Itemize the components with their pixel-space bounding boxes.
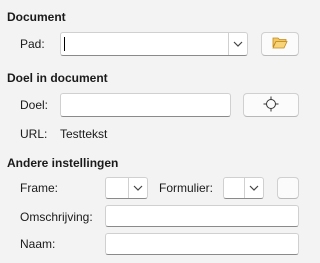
- events-button[interactable]: [277, 177, 299, 199]
- other-settings-section-title: Andere instellingen: [7, 156, 119, 170]
- text-caret: [64, 37, 65, 51]
- target-section-title: Doel in document: [7, 71, 108, 85]
- chevron-down-icon[interactable]: [245, 178, 263, 198]
- name-label: Naam:: [20, 237, 56, 251]
- url-label: URL:: [20, 127, 48, 141]
- path-combobox[interactable]: [60, 32, 248, 56]
- target-input[interactable]: [60, 93, 231, 117]
- form-label: Formulier:: [159, 181, 214, 195]
- name-input[interactable]: [105, 233, 299, 255]
- url-value: Testtekst: [60, 127, 108, 141]
- chevron-down-icon[interactable]: [129, 178, 147, 198]
- frame-label: Frame:: [20, 181, 59, 195]
- form-combobox[interactable]: [223, 177, 264, 199]
- description-input[interactable]: [105, 205, 299, 227]
- chevron-down-icon[interactable]: [229, 33, 247, 55]
- document-section-title: Document: [7, 10, 66, 24]
- path-label: Pad:: [20, 37, 45, 51]
- target-in-document-button[interactable]: [243, 93, 299, 117]
- target-label: Doel:: [20, 98, 49, 112]
- crosshair-target-icon: [263, 96, 279, 115]
- frame-combobox[interactable]: [105, 177, 148, 199]
- folder-open-icon: [272, 36, 288, 52]
- browse-path-button[interactable]: [261, 32, 299, 56]
- description-label: Omschrijving:: [20, 210, 93, 224]
